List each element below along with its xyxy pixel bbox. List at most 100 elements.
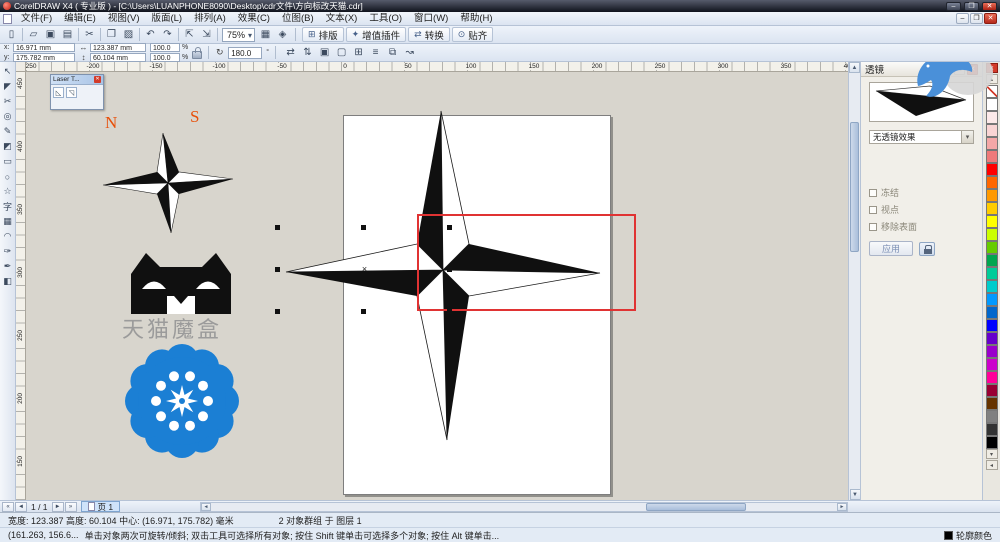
height-field[interactable]: 60.104 mm [90,53,146,62]
text-tool[interactable]: 字 [0,199,15,214]
rotation-center-mark[interactable] [360,265,369,274]
palette-close-button[interactable]: ✕ [985,63,998,73]
x-position-field[interactable]: 16.971 mm [13,43,75,52]
checkbox-icon[interactable] [869,188,877,197]
selection-handle[interactable] [361,225,366,230]
align-icon[interactable]: ≡ [367,45,384,61]
color-swatch-14[interactable] [985,267,998,280]
selection-handle[interactable] [447,267,452,272]
color-swatch-10[interactable] [985,215,998,228]
selection-handle[interactable] [275,225,280,230]
lens-effect-select[interactable]: 无透镜效果 [869,130,974,144]
new-document-icon[interactable]: ▯ [3,27,20,43]
color-swatch-12[interactable] [985,241,998,254]
selection-handle[interactable] [447,225,452,230]
application-launcher-icon[interactable]: ▦ [257,27,274,43]
menu-item-7[interactable]: 位图(B) [276,12,320,25]
color-swatch-11[interactable] [985,228,998,241]
selection-handle[interactable] [447,309,452,314]
tmall-cat-logo[interactable] [125,250,237,314]
export-icon[interactable]: ⇲ [198,27,215,43]
apply-button[interactable]: 应用 [869,241,913,256]
palette-scroll-down-icon[interactable]: ▾ [985,449,998,459]
crop-tool[interactable]: ✂ [0,94,15,109]
pick-tool[interactable]: ↖ [0,64,15,79]
freehand-tool[interactable]: ✎ [0,124,15,139]
no-color-swatch[interactable] [985,85,998,98]
vertical-ruler[interactable]: 450400350300250200150100500 [16,72,26,500]
copy-icon[interactable]: ❐ [103,27,120,43]
scroll-down-icon[interactable]: ▼ [849,489,861,500]
scroll-right-icon[interactable]: ► [837,503,847,511]
color-swatch-5[interactable] [985,150,998,163]
brand-text[interactable]: 天猫魔盒 [122,312,222,344]
color-swatch-22[interactable] [985,371,998,384]
scale-x-field[interactable]: 100.0 [150,43,180,52]
eyedropper-tool[interactable]: ✑ [0,244,15,259]
color-swatch-2[interactable] [985,111,998,124]
ruler-origin-button[interactable] [16,62,26,72]
color-swatch-7[interactable] [985,176,998,189]
snap-button[interactable]: ⊙ 贴齐 [451,27,494,42]
color-swatch-4[interactable] [985,137,998,150]
color-swatch-16[interactable] [985,293,998,306]
order-icon[interactable]: ⧉ [384,45,401,61]
print-icon[interactable]: ▤ [59,27,76,43]
compass-s-label[interactable]: S [190,107,199,127]
scale-y-field[interactable]: 100.0 [150,53,180,62]
fill-tool[interactable]: ◧ [0,274,15,289]
palette-flyout-icon[interactable]: ◂ [985,460,998,470]
ungroup-icon[interactable]: ▢ [333,45,350,61]
document-minimize-button[interactable]: – [956,13,969,24]
laser-node-tool[interactable]: ◹ [66,87,77,98]
menu-item-6[interactable]: 效果(C) [232,12,276,25]
menu-item-11[interactable]: 帮助(H) [454,12,498,25]
outline-pen-tool[interactable]: ✒ [0,259,15,274]
color-swatch-26[interactable] [985,423,998,436]
ellipse-tool[interactable]: ○ [0,169,15,184]
menu-item-8[interactable]: 文本(X) [320,12,364,25]
combine-icon[interactable]: ⊞ [350,45,367,61]
cut-icon[interactable]: ✂ [81,27,98,43]
redo-icon[interactable]: ↷ [159,27,176,43]
color-swatch-1[interactable] [985,98,998,111]
plugins-button[interactable]: ✦ 增值插件 [345,27,407,42]
last-page-button[interactable]: » [64,501,77,512]
small-compass-star[interactable] [103,133,233,233]
h-scrollbar[interactable]: ◄ ► [200,502,848,512]
save-icon[interactable]: ▣ [42,27,59,43]
color-swatch-24[interactable] [985,397,998,410]
laser-path-tool[interactable]: ◺ [53,87,64,98]
color-swatch-13[interactable] [985,254,998,267]
menu-item-3[interactable]: 视图(V) [102,12,146,25]
y-position-field[interactable]: 175.782 mm [13,53,75,62]
menu-item-5[interactable]: 排列(A) [188,12,232,25]
color-swatch-8[interactable] [985,189,998,202]
next-page-button[interactable]: ► [51,501,64,512]
color-swatch-23[interactable] [985,384,998,397]
mirror-horizontal-icon[interactable]: ⇄ [282,45,299,61]
selection-handle[interactable] [275,267,280,272]
menu-item-1[interactable]: 文件(F) [15,12,58,25]
color-swatch-9[interactable] [985,202,998,215]
menu-item-2[interactable]: 编辑(E) [58,12,102,25]
paste-icon[interactable]: ▨ [120,27,137,43]
compass-n-label[interactable]: N [105,113,117,133]
docker-collapse-button[interactable]: ◂ [954,63,965,75]
rotation-angle-field[interactable]: 180.0 [228,46,263,59]
checkbox-icon[interactable] [869,222,877,231]
color-swatch-20[interactable] [985,345,998,358]
floating-toolbar-close-button[interactable]: ✕ [94,76,101,83]
color-swatch-6[interactable] [985,163,998,176]
interactive-blend-tool[interactable]: ◠ [0,229,15,244]
selection-handle[interactable] [275,309,280,314]
prev-page-button[interactable]: ◄ [15,501,27,512]
first-page-button[interactable]: « [2,501,14,512]
v-scrollbar[interactable]: ▲ ▼ [848,62,861,500]
color-swatch-19[interactable] [985,332,998,345]
minimize-button[interactable]: – [946,1,961,11]
color-swatch-18[interactable] [985,319,998,332]
selection-handle[interactable] [361,309,366,314]
floating-toolbar-titlebar[interactable]: Laser T... ✕ [51,75,103,85]
document-close-button[interactable]: ✕ [984,13,997,24]
